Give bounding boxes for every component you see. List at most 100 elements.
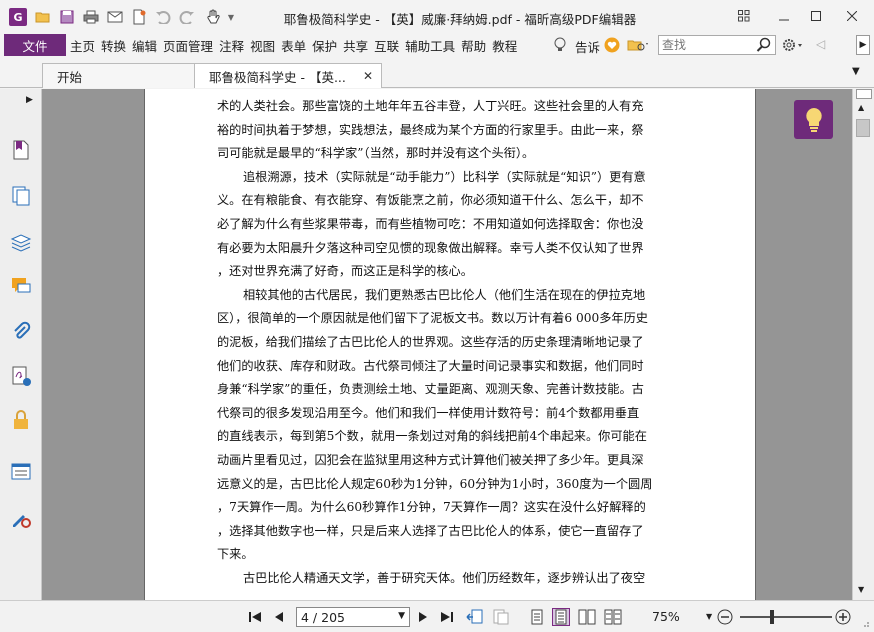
text-line: ，7天算作一周。为什么60秒算作1分钟，7天算作一周？这实在没什么好解释的: [217, 500, 646, 515]
facing-view-icon[interactable]: [578, 608, 596, 626]
zoom-slider-track[interactable]: [740, 616, 832, 618]
pdf-page: 术的人类社会。那些富饶的土地年年五谷丰登，人丁兴旺。这些社会里的人有充 裕的时间执…: [144, 89, 756, 600]
text-line: 动画片里看见过，囚犯会在监狱里用这种方式计算他们被关押了多少年。更具深: [217, 452, 644, 467]
ribbon-scroll-left-icon[interactable]: ◁: [816, 37, 825, 51]
zoom-in-icon[interactable]: [834, 608, 852, 626]
text-line: 义。在有粮能食、有衣能穿、有饭能烹之前，你必须知道干什么、怎么干，却不: [217, 193, 644, 208]
text-line: 追根溯源，技术（实际就是“动手能力”）比科学（实际就是“知识”）更有意: [243, 169, 646, 184]
menu-item-organize[interactable]: 页面管理: [163, 36, 213, 55]
single-page-view-icon[interactable]: [528, 608, 546, 626]
menu-item-help[interactable]: 帮助: [461, 36, 486, 55]
bookmark-icon[interactable]: [10, 139, 32, 161]
tab-list-dropdown-icon[interactable]: ▼: [852, 66, 860, 77]
find-folder-icon[interactable]: [627, 37, 649, 56]
tab-start-label: 开始: [57, 69, 83, 85]
tab-document-label: 耶鲁极简科学史 - 【英...: [209, 69, 346, 85]
scrollbar-thumb[interactable]: [856, 119, 870, 137]
previous-page-icon[interactable]: [270, 608, 288, 626]
window-title: 耶鲁极简科学史 - 【英】威廉·拜纳姆.pdf - 福昕高级PDF编辑器: [283, 12, 637, 27]
zoom-dropdown-icon[interactable]: ▼: [706, 612, 712, 621]
menu-item-accessibility[interactable]: 辅助工具: [405, 36, 455, 55]
ribbon-display-icon[interactable]: [730, 6, 758, 26]
search-field: [658, 35, 776, 55]
lightbulb-icon[interactable]: [553, 37, 567, 56]
menu-item-share[interactable]: 共享: [343, 36, 368, 55]
close-tab-icon[interactable]: ✕: [363, 69, 373, 83]
menu-item-connect[interactable]: 互联: [374, 36, 399, 55]
text-line: 远意义的是，古巴比伦人规定60秒为1分钟，60分钟为1小时，360度为一个圆周: [217, 476, 653, 491]
menu-item-protect[interactable]: 保护: [312, 36, 337, 55]
zoom-slider-thumb[interactable]: [770, 610, 775, 624]
menu-item-comment[interactable]: 注释: [219, 36, 244, 55]
text-line: 的直线表示，每到第5个数，就用一条划过对角的斜线把前4个串起来。你可能在: [217, 429, 647, 444]
page-text: 术的人类社会。那些富饶的土地年年五谷丰登，人丁兴旺。这些社会里的人有充 裕的时间执…: [217, 95, 689, 590]
page-dropdown-icon[interactable]: ▼: [398, 611, 405, 621]
tell-me-label[interactable]: 告诉: [575, 37, 600, 56]
hand-tool-icon[interactable]: [204, 8, 222, 26]
email-icon[interactable]: [106, 8, 124, 26]
open-folder-icon[interactable]: [34, 8, 52, 26]
menu-item-tutorial[interactable]: 教程: [492, 36, 517, 55]
certify-icon[interactable]: [10, 507, 32, 529]
previous-view-icon[interactable]: [466, 608, 484, 626]
quick-access-dropdown-icon[interactable]: ▼: [222, 8, 240, 26]
next-view-icon[interactable]: [492, 608, 510, 626]
file-menu-button[interactable]: 文件: [4, 34, 66, 56]
expand-pane-icon[interactable]: ▶: [26, 95, 33, 105]
scroll-up-icon[interactable]: ▲: [858, 103, 864, 112]
new-document-icon[interactable]: [130, 8, 148, 26]
search-input[interactable]: [659, 36, 755, 54]
text-line: 必了解为什么有些浆果带毒，而有些植物可吃：不用知道如何选择取舍：你也没: [217, 216, 644, 231]
scrollbar-top-button[interactable]: [856, 89, 872, 99]
menu-item-convert[interactable]: 转换: [101, 36, 126, 55]
zoom-value[interactable]: 75%: [652, 609, 680, 624]
close-window-button[interactable]: [838, 6, 866, 26]
search-icon[interactable]: [756, 37, 772, 56]
pages-icon[interactable]: [10, 185, 32, 207]
resize-grip-icon[interactable]: [860, 617, 870, 627]
scroll-down-icon[interactable]: ▼: [858, 585, 864, 594]
minimize-button[interactable]: [770, 6, 798, 26]
menu-item-edit[interactable]: 编辑: [132, 36, 157, 55]
form-fields-icon[interactable]: [10, 461, 32, 483]
last-page-icon[interactable]: [438, 608, 456, 626]
text-line: 司可能就是最早的“科学家”（当然，那时并没有这个头衔）。: [217, 146, 535, 161]
navigation-pane: ▶: [0, 89, 42, 600]
favorite-icon[interactable]: [604, 37, 620, 56]
tab-start[interactable]: 开始: [42, 63, 197, 88]
layers-icon[interactable]: [10, 231, 32, 253]
tab-bar: 开始 耶鲁极简科学史 - 【英... ✕ ▼: [0, 58, 874, 88]
vertical-scrollbar[interactable]: ▲ ▼: [852, 89, 874, 600]
lightbulb-icon: [805, 107, 822, 132]
text-line: 有必要为太阳晨升夕落这种司空见惯的现象做出解释。幸亏人类不仅认知了世界: [217, 240, 644, 255]
menu-item-home[interactable]: 主页: [70, 36, 95, 55]
undo-icon[interactable]: [154, 8, 172, 26]
tab-document[interactable]: 耶鲁极简科学史 - 【英... ✕: [194, 63, 382, 88]
tips-button[interactable]: [794, 100, 833, 139]
text-line: 区），很简单的一个原因就是他们留下了泥板文书。数以万计有着6 000多年历史: [217, 311, 648, 326]
continuous-facing-view-icon[interactable]: [604, 608, 622, 626]
page-number-field[interactable]: 4 / 205 ▼: [296, 607, 410, 627]
next-page-icon[interactable]: [414, 608, 432, 626]
text-line: 术的人类社会。那些富饶的土地年年五谷丰登，人丁兴旺。这些社会里的人有充: [217, 99, 644, 113]
text-line: 他们的收获、库存和财政。古代祭司倾注了大量时间记录事实和数据，他们同时: [217, 358, 644, 373]
document-viewer[interactable]: 术的人类社会。那些富饶的土地年年五谷丰登，人丁兴旺。这些社会里的人有充 裕的时间执…: [42, 89, 852, 600]
menu-items: 主页 转换 编辑 页面管理 注释 视图 表单 保护 共享 互联 辅助工具 帮助 …: [70, 34, 523, 56]
zoom-out-icon[interactable]: [716, 608, 734, 626]
first-page-icon[interactable]: [246, 608, 264, 626]
continuous-view-icon[interactable]: [552, 608, 570, 626]
menu-item-view[interactable]: 视图: [250, 36, 275, 55]
signature-icon[interactable]: [10, 365, 32, 387]
attachment-icon[interactable]: [10, 321, 32, 343]
settings-icon[interactable]: [782, 37, 804, 56]
save-icon[interactable]: [58, 8, 76, 26]
status-bar: 4 / 205 ▼ 75% ▼: [0, 600, 874, 632]
print-icon[interactable]: [82, 8, 100, 26]
lock-icon[interactable]: [10, 409, 32, 431]
menu-item-form[interactable]: 表单: [281, 36, 306, 55]
maximize-button[interactable]: [802, 6, 830, 26]
comments-icon[interactable]: [10, 275, 32, 297]
ribbon-scroll-right-icon[interactable]: ▶: [856, 35, 870, 55]
title-bar: G ▼ 耶鲁极简科学史 - 【英】威廉·拜纳姆.pdf - 福昕高级PDF编辑器: [0, 0, 874, 34]
redo-icon[interactable]: [178, 8, 196, 26]
